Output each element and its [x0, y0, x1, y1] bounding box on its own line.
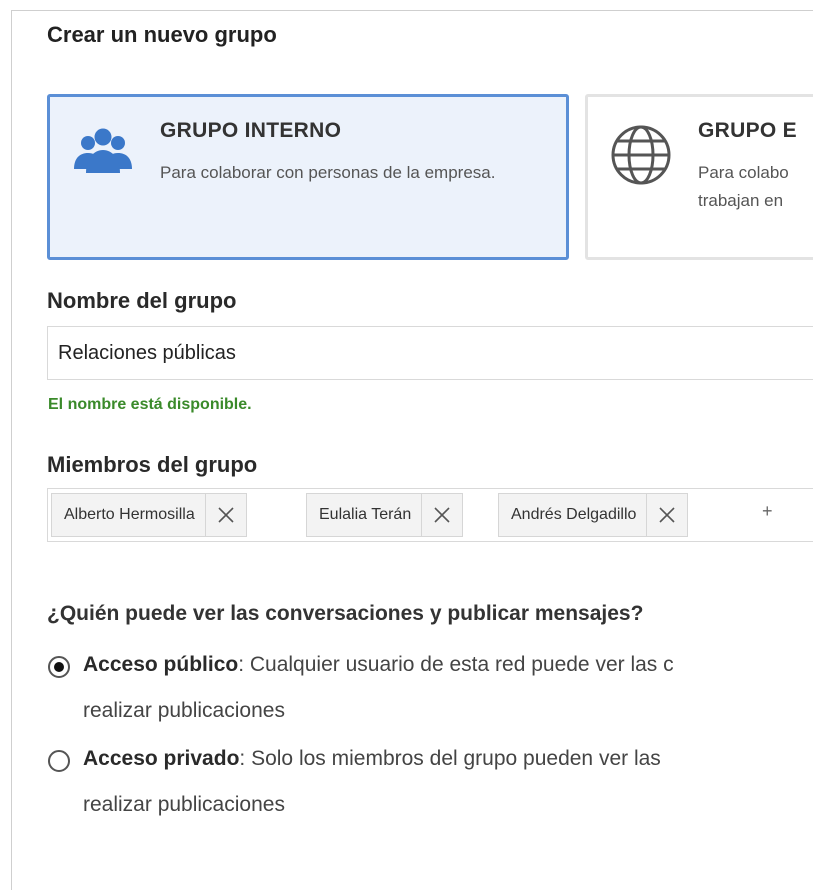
add-member-button[interactable]: +: [762, 501, 773, 522]
name-availability-message: El nombre está disponible.: [48, 396, 252, 413]
close-icon: [434, 507, 450, 523]
member-chip: Andrés Delgadillo: [498, 493, 689, 537]
remove-member-button[interactable]: [204, 494, 246, 536]
people-group-icon: [70, 125, 136, 191]
internal-group-title: GRUPO INTERNO: [160, 119, 342, 142]
public-access-line2: realizar publicaciones: [83, 699, 285, 722]
close-icon: [659, 507, 675, 523]
globe-icon: [608, 125, 674, 191]
external-group-description-line2: trabajan en: [698, 191, 784, 210]
public-access-text: Acceso público: Cualquier usuario de est…: [83, 642, 813, 734]
external-group-title: GRUPO E: [698, 119, 797, 142]
private-access-description: : Solo los miembros del grupo pueden ver…: [239, 747, 661, 770]
private-access-title: Acceso privado: [83, 747, 240, 770]
remove-member-button[interactable]: [421, 494, 462, 536]
private-access-radio[interactable]: [48, 750, 70, 772]
group-members-label: Miembros del grupo: [47, 452, 258, 477]
close-icon: [218, 507, 234, 523]
public-access-title: Acceso público: [83, 653, 239, 676]
internal-group-option[interactable]: GRUPO INTERNO Para colaborar con persona…: [47, 94, 569, 260]
internal-group-description: Para colaborar con personas de la empres…: [160, 163, 496, 182]
external-group-option[interactable]: GRUPO E Para colabo trabajan en: [585, 94, 813, 260]
page-title: Crear un nuevo grupo: [47, 22, 277, 47]
member-chip: Eulalia Terán: [306, 493, 464, 537]
public-access-description: : Cualquier usuario de esta red puede ve…: [238, 653, 674, 676]
private-access-line2: realizar publicaciones: [83, 793, 285, 816]
access-question: ¿Quién puede ver las conversaciones y pu…: [47, 602, 644, 625]
member-chip-label: Eulalia Terán: [319, 506, 412, 523]
members-input[interactable]: Alberto Hermosilla Eulalia Terán Andrés …: [47, 488, 813, 542]
member-chip: Alberto Hermosilla: [51, 493, 247, 537]
group-name-input[interactable]: [47, 326, 813, 380]
private-access-line1: Acceso privado: Solo los miembros del gr…: [83, 736, 813, 782]
external-group-description: Para colabo trabajan en: [698, 159, 813, 215]
public-access-radio[interactable]: [48, 656, 70, 678]
external-group-description-line1: Para colabo: [698, 163, 789, 182]
member-chip-label: Alberto Hermosilla: [64, 506, 195, 523]
private-access-text: Acceso privado: Solo los miembros del gr…: [83, 736, 813, 828]
group-name-label: Nombre del grupo: [47, 288, 237, 313]
remove-member-button[interactable]: [646, 494, 687, 536]
member-chip-label: Andrés Delgadillo: [511, 506, 637, 523]
public-access-line1: Acceso público: Cualquier usuario de est…: [83, 642, 813, 688]
